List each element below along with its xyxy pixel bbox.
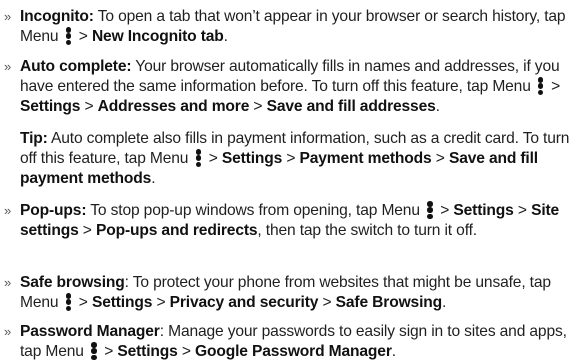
tip-path-payment: Payment methods bbox=[299, 150, 432, 167]
three-dot-menu-icon bbox=[65, 27, 72, 46]
safe-browsing-path-privacy: Privacy and security bbox=[169, 294, 319, 311]
password-manager-term: Password Manager bbox=[20, 323, 160, 340]
help-document: » Incognito: To open a tab that won’t ap… bbox=[0, 0, 587, 362]
safe-browsing-item: » Safe browsing: To protect your phone f… bbox=[4, 274, 551, 312]
safe-browsing-path-settings: Settings bbox=[91, 294, 153, 311]
autocomplete-term: Auto complete: bbox=[20, 58, 132, 75]
tip-note: Tip: Auto complete also fills in payment… bbox=[20, 130, 570, 187]
tip-term: Tip: bbox=[20, 130, 48, 147]
tip-path-settings: Settings bbox=[221, 150, 283, 167]
bullet-marker: » bbox=[4, 324, 12, 339]
password-manager-item: » Password Manager: Manage your password… bbox=[4, 323, 567, 361]
popups-path-redirects: Pop-ups and redirects bbox=[95, 222, 258, 239]
popups-text: To stop pop-up windows from opening, tap… bbox=[86, 202, 425, 219]
three-dot-menu-icon bbox=[195, 149, 202, 168]
bullet-marker: » bbox=[4, 59, 12, 74]
autocomplete-path-addresses: Addresses and more bbox=[97, 98, 250, 115]
three-dot-menu-icon bbox=[65, 293, 72, 312]
three-dot-menu-icon bbox=[537, 77, 544, 96]
three-dot-menu-icon bbox=[427, 201, 433, 220]
safe-browsing-path-safe-browsing: Safe Browsing bbox=[335, 294, 443, 311]
safe-browsing-term: Safe browsing bbox=[20, 274, 125, 291]
bullet-marker: » bbox=[4, 275, 12, 290]
autocomplete-path-settings: Settings bbox=[20, 98, 81, 115]
incognito-item: » Incognito: To open a tab that won’t ap… bbox=[4, 8, 566, 46]
popups-text-end: , then tap the switch to turn it off. bbox=[257, 222, 477, 239]
password-manager-path-google: Google Password Manager bbox=[195, 343, 392, 360]
three-dot-menu-icon bbox=[91, 342, 97, 361]
incognito-term: Incognito: bbox=[20, 8, 94, 25]
popups-path-settings: Settings bbox=[453, 202, 514, 219]
popups-term: Pop-ups: bbox=[20, 202, 87, 219]
autocomplete-path-save-fill: Save and fill addresses bbox=[266, 98, 436, 115]
autocomplete-item: » Auto complete: Your browser automatica… bbox=[4, 58, 561, 115]
popups-item: » Pop-ups: To stop pop-up windows from o… bbox=[4, 201, 560, 239]
bullet-marker: » bbox=[4, 203, 12, 218]
incognito-path-new-tab: New Incognito tab bbox=[91, 28, 224, 45]
password-manager-path-settings: Settings bbox=[117, 343, 178, 360]
bullet-marker: » bbox=[4, 9, 12, 24]
